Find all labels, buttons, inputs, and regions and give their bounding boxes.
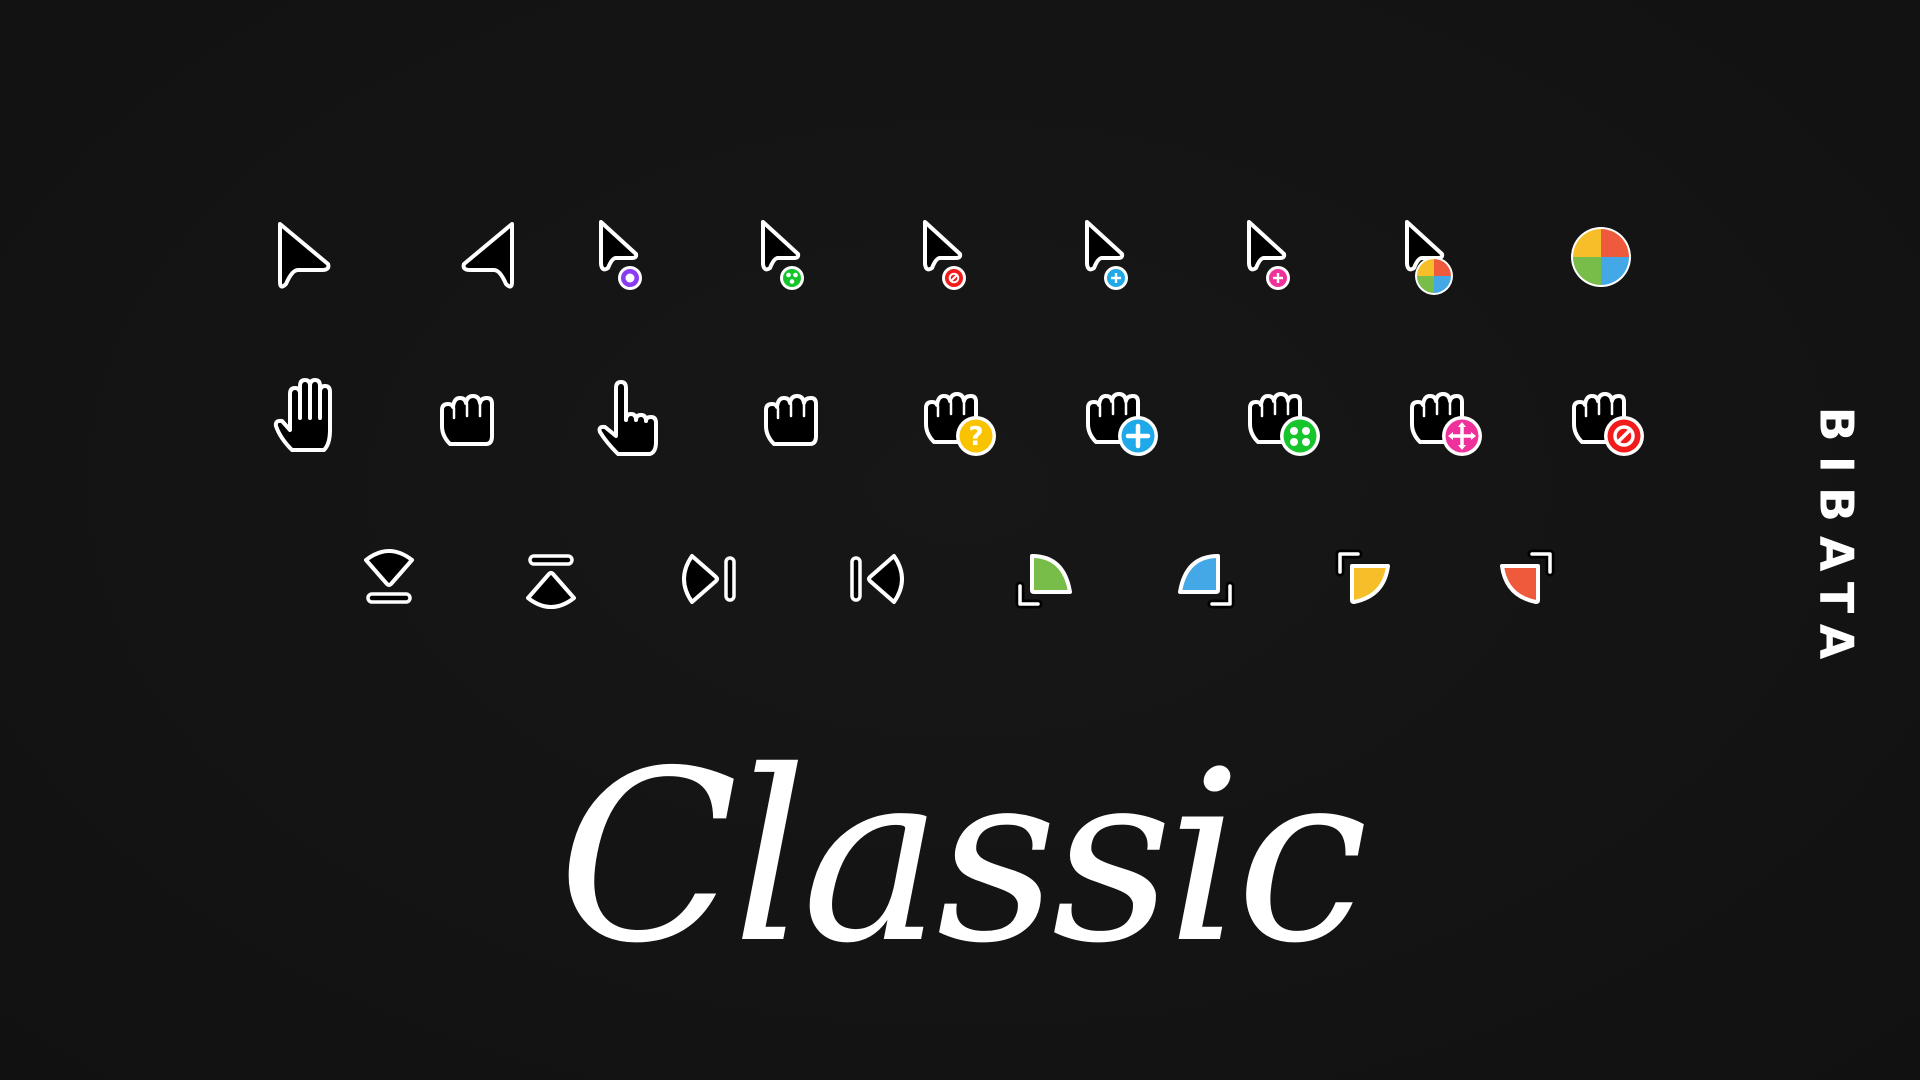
resize-bottom-edge-icon bbox=[364, 549, 414, 604]
pointer-wait-icon bbox=[1405, 220, 1453, 295]
cursor-theme-preview: ? BIBATA Classic bbox=[0, 0, 1920, 1080]
resize-top-edge-icon bbox=[526, 554, 576, 609]
resize-bottom-right-corner-icon bbox=[1178, 554, 1235, 609]
fist-help-icon: ? bbox=[924, 392, 996, 456]
grab-fist-icon bbox=[440, 394, 494, 446]
resize-bottom-left-corner-icon bbox=[1015, 554, 1072, 609]
resize-right-edge-icon bbox=[682, 554, 736, 604]
pointer-no-drop-icon bbox=[923, 220, 966, 290]
pointer-move-icon bbox=[1247, 220, 1290, 290]
pointer-copy-icon bbox=[761, 220, 804, 290]
fist-not-allowed-icon bbox=[1572, 392, 1644, 456]
brand-label: BIBATA bbox=[1809, 406, 1863, 674]
fist-move-icon bbox=[1410, 392, 1482, 456]
resize-left-edge-icon bbox=[850, 554, 904, 604]
pointing-hand-icon bbox=[597, 380, 658, 456]
grabbing-fist-icon bbox=[764, 394, 818, 446]
open-hand-icon bbox=[273, 378, 332, 452]
right-pointer-icon bbox=[461, 222, 514, 289]
fist-copy-icon bbox=[1248, 392, 1320, 456]
svg-text:?: ? bbox=[968, 422, 983, 452]
brand-wordmark: BIBATA bbox=[1788, 407, 1884, 674]
resize-top-left-corner-icon bbox=[1335, 549, 1390, 604]
theme-title: Classic bbox=[557, 720, 1369, 995]
wait-spinner-icon bbox=[1571, 227, 1631, 287]
fist-plus-icon bbox=[1086, 392, 1158, 456]
pointer-alias-icon bbox=[1085, 220, 1128, 290]
left-pointer-icon bbox=[278, 222, 331, 289]
pointer-context-menu-icon bbox=[599, 220, 642, 290]
resize-top-right-corner-icon bbox=[1500, 549, 1555, 604]
